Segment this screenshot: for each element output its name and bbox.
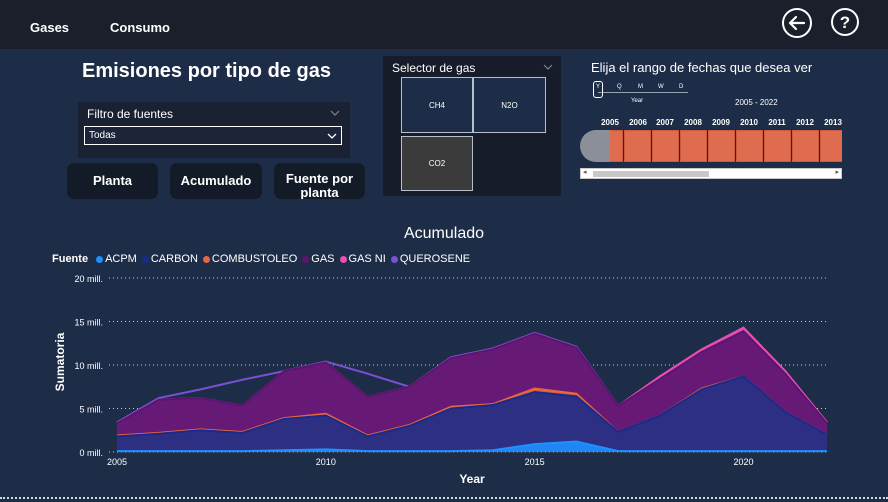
help-button[interactable]: ? <box>831 8 859 36</box>
area-chart: 0 mill. 5 mill. 10 mill. 15 mill. 20 mill. 20… <box>53 274 828 486</box>
chevron-down-icon[interactable] <box>543 62 553 72</box>
timeline-start-handle[interactable] <box>580 130 610 162</box>
planta-button-label: Planta <box>92 173 132 188</box>
granularity-track <box>598 92 688 93</box>
nav-gases[interactable]: Gases <box>30 20 69 35</box>
question-mark-icon: ? <box>839 12 851 32</box>
year-cell[interactable] <box>624 130 651 162</box>
planta-button[interactable]: Planta <box>67 163 158 199</box>
fuente-button-label-line2: planta <box>300 185 339 200</box>
year-label: 2005 <box>601 118 619 127</box>
chart-areas <box>116 326 828 453</box>
filter-title: Filtro de fuentes <box>87 107 174 121</box>
granularity-y[interactable]: Y <box>596 84 600 90</box>
acumulado-button-label: Acumulado <box>180 173 252 188</box>
timeline-scrollbar[interactable]: ◂ ▸ <box>580 168 842 179</box>
year-label: 2009 <box>712 118 730 127</box>
gas-selector-panel: Selector de gas CH4 N2O CO2 <box>383 56 561 196</box>
x-tick-label: 2005 <box>107 457 127 467</box>
gas-tile-label: CH4 <box>428 100 445 110</box>
x-tick-label: 2020 <box>733 457 753 467</box>
top-nav-bar: Gases Consumo ? <box>0 0 888 49</box>
chart-title: Acumulado <box>403 225 485 242</box>
year-label: 2011 <box>768 118 786 127</box>
year-cell[interactable] <box>820 130 842 162</box>
x-axis-label: Year <box>459 472 485 486</box>
back-button[interactable] <box>782 8 812 38</box>
chevron-right-icon[interactable]: ▸ <box>835 168 839 176</box>
filter-selected-value: Todas <box>89 130 116 141</box>
year-cell[interactable] <box>680 130 707 162</box>
year-label: 2007 <box>656 118 674 127</box>
acumulado-button[interactable]: Acumulado <box>170 163 262 199</box>
year-label: 2012 <box>796 118 814 127</box>
page-title: Emisiones por tipo de gas <box>82 60 331 82</box>
chevron-down-icon <box>327 133 337 139</box>
year-cell[interactable] <box>708 130 735 162</box>
year-cell[interactable] <box>652 130 679 162</box>
scrollbar-thumb[interactable] <box>593 171 709 177</box>
divider <box>0 497 888 499</box>
y-tick-label: 0 mill. <box>79 448 103 458</box>
year-timeline: 2005 2006 2007 2008 2009 2010 2011 2012 … <box>580 118 842 164</box>
y-axis-label: Sumatoria <box>53 332 67 391</box>
gas-tile-ch4[interactable]: CH4 <box>401 77 473 133</box>
year-label: 2008 <box>684 118 702 127</box>
granularity-m[interactable]: M <box>638 84 643 90</box>
date-range-title: Elija el rango de fechas que desea ver <box>591 60 813 75</box>
granularity-d[interactable]: D <box>679 84 683 90</box>
year-cell[interactable] <box>792 130 819 162</box>
x-tick-label: 2010 <box>316 457 336 467</box>
year-label: 2010 <box>740 118 758 127</box>
source-filter-panel: Filtro de fuentes Todas <box>78 102 350 158</box>
chevron-left-icon[interactable]: ◂ <box>583 168 587 176</box>
year-cell[interactable] <box>736 130 763 162</box>
gas-tile-label: CO2 <box>428 159 446 168</box>
date-range-value: 2005 - 2022 <box>735 98 778 107</box>
y-tick-label: 15 mill. <box>74 318 103 328</box>
source-filter-dropdown[interactable]: Todas <box>84 126 342 145</box>
fuente-button-label-line1: Fuente por <box>285 171 354 186</box>
fuente-por-planta-button[interactable]: Fuente por planta <box>274 163 365 199</box>
gas-tile-n2o[interactable]: N2O <box>473 77 546 133</box>
gas-tile-co2[interactable]: CO2 <box>401 136 473 191</box>
nav-consumo[interactable]: Consumo <box>110 20 170 35</box>
granularity-w[interactable]: W <box>658 84 664 90</box>
y-tick-label: 20 mill. <box>74 274 103 284</box>
chevron-down-icon[interactable] <box>330 108 340 118</box>
y-tick-label: 10 mill. <box>74 361 103 371</box>
x-tick-label: 2015 <box>525 457 545 467</box>
granularity-q[interactable]: Q <box>617 84 622 90</box>
gas-tile-label: N2O <box>501 100 518 110</box>
granularity-label: Year <box>631 98 644 104</box>
year-label: 2013 <box>824 118 842 127</box>
year-cell[interactable] <box>764 130 791 162</box>
gas-selector-title: Selector de gas <box>392 61 476 75</box>
arrow-left-icon <box>788 15 806 31</box>
year-label: 2006 <box>629 118 647 127</box>
y-tick-label: 5 mill. <box>79 405 103 415</box>
